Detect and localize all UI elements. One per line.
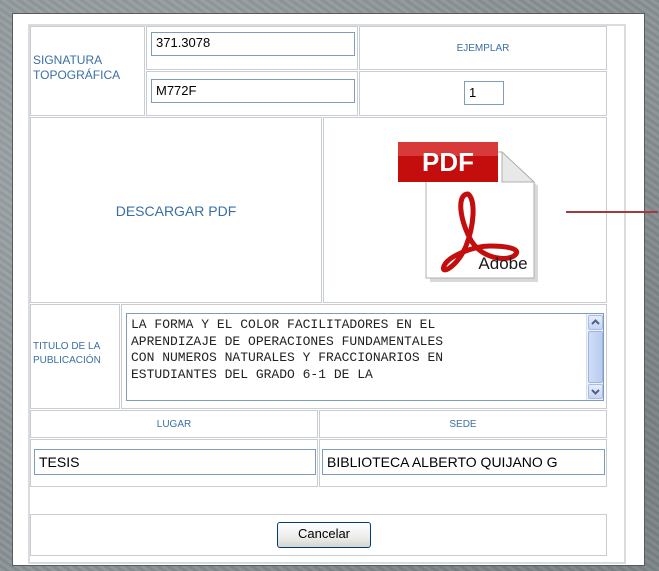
scroll-down-icon[interactable] xyxy=(588,384,603,399)
lugar-label-cell: LUGAR xyxy=(30,410,318,438)
pdf-icon-cell: PDF Adobe xyxy=(323,117,607,303)
ejemplar-label: EJEMPLAR xyxy=(456,43,510,54)
lugar-label: LUGAR xyxy=(156,419,192,430)
titulo-text: LA FORMA Y EL COLOR FACILITADORES EN EL … xyxy=(131,317,444,382)
ejemplar-input-cell: 1 xyxy=(359,71,607,116)
signatura-input-cell-2: M772F xyxy=(146,71,358,116)
scroll-thumb[interactable] xyxy=(588,331,603,383)
titulo-input-cell: LA FORMA Y EL COLOR FACILITADORES EN EL … xyxy=(121,304,607,409)
sede-label: SEDE xyxy=(449,419,477,430)
download-label-cell: DESCARGAR PDF xyxy=(30,117,322,303)
titulo-scrollbar[interactable] xyxy=(586,314,603,400)
sede-field[interactable]: BIBLIOTECA ALBERTO QUIJANO G xyxy=(322,449,605,475)
signatura-field-1[interactable]: 371.3078 xyxy=(151,32,355,56)
record-form: SIGNATURA TOPOGRÁFICA 371.3078 M772F EJE… xyxy=(28,24,626,564)
sede-input-cell: BIBLIOTECA ALBERTO QUIJANO G xyxy=(319,439,607,487)
adobe-brand-label: Adobe xyxy=(478,254,528,273)
cancel-button[interactable]: Cancelar xyxy=(277,522,371,548)
signatura-label-cell: SIGNATURA TOPOGRÁFICA xyxy=(30,26,145,116)
titulo-label: TITULO DE LA PUBLICACIÓN xyxy=(33,341,101,366)
lugar-field[interactable]: TESIS xyxy=(34,449,316,475)
lugar-input-cell: TESIS xyxy=(30,439,318,487)
record-panel: SIGNATURA TOPOGRÁFICA 371.3078 M772F EJE… xyxy=(12,13,645,566)
signatura-field-2[interactable]: M772F xyxy=(151,79,355,103)
scroll-up-icon[interactable] xyxy=(588,315,603,330)
signatura-input-cell-1: 371.3078 xyxy=(146,26,358,70)
download-link[interactable]: DESCARGAR PDF xyxy=(31,204,321,219)
actions-cell: Cancelar xyxy=(30,514,607,556)
signatura-label: SIGNATURA TOPOGRÁFICA xyxy=(33,53,121,82)
sede-label-cell: SEDE xyxy=(319,410,607,438)
connector-line xyxy=(566,211,658,213)
ejemplar-field[interactable]: 1 xyxy=(464,81,504,105)
pdf-icon-label: PDF xyxy=(422,147,474,177)
pdf-icon[interactable]: PDF Adobe xyxy=(398,142,538,282)
titulo-label-cell: TITULO DE LA PUBLICACIÓN xyxy=(30,304,120,409)
titulo-textarea[interactable]: LA FORMA Y EL COLOR FACILITADORES EN EL … xyxy=(126,313,604,401)
ejemplar-label-cell: EJEMPLAR xyxy=(359,26,607,70)
